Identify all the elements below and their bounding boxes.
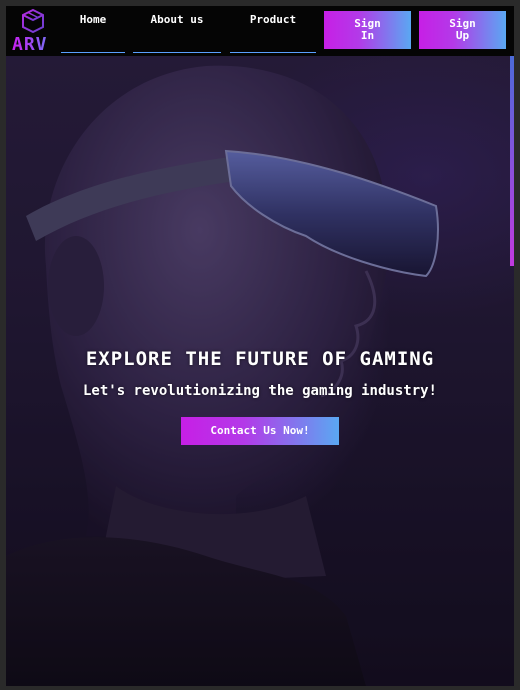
nav-link-home[interactable]: Home bbox=[61, 14, 125, 53]
top-navbar: ARV Home About us Product Sign In Sign U… bbox=[6, 6, 514, 56]
cube-icon bbox=[22, 8, 44, 34]
hero-section: EXPLORE THE FUTURE OF GAMING Let's revol… bbox=[6, 56, 514, 686]
nav-link-about-label: About us bbox=[150, 13, 204, 26]
nav-link-home-label: Home bbox=[79, 13, 107, 26]
hero-title: EXPLORE THE FUTURE OF GAMING bbox=[85, 348, 435, 370]
brand-logo[interactable]: ARV bbox=[10, 8, 62, 55]
sign-up-button[interactable]: Sign Up bbox=[419, 11, 506, 49]
nav-link-product[interactable]: Product bbox=[230, 14, 316, 53]
brand-name: ARV bbox=[12, 34, 48, 55]
contact-us-button[interactable]: Contact Us Now! bbox=[181, 417, 339, 445]
page-viewport: ARV Home About us Product Sign In Sign U… bbox=[6, 6, 514, 686]
nav-link-product-label: Product bbox=[249, 13, 297, 26]
nav-link-about[interactable]: About us bbox=[133, 14, 221, 53]
browser-frame: ARV Home About us Product Sign In Sign U… bbox=[0, 0, 520, 690]
hero-image bbox=[6, 56, 514, 686]
hero-subtitle: Let's revolutionizing the gaming industr… bbox=[82, 383, 437, 399]
scroll-indicator[interactable] bbox=[510, 56, 514, 266]
sign-in-button[interactable]: Sign In bbox=[324, 11, 411, 49]
